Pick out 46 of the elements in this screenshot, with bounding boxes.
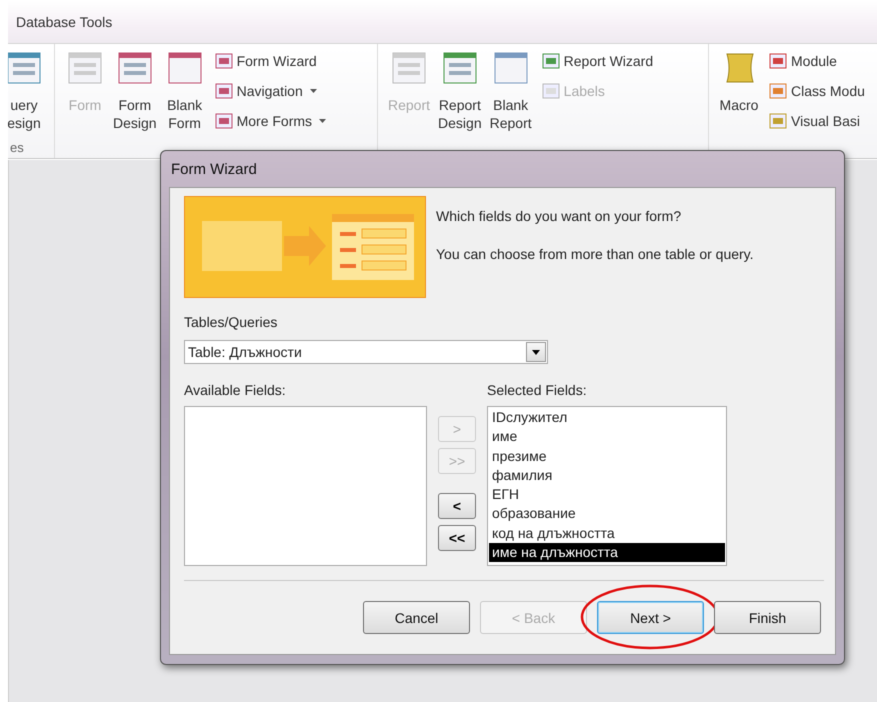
list-item[interactable]: име [489, 427, 725, 447]
dropdown-button[interactable] [526, 342, 546, 362]
toolbar-icon [214, 82, 233, 100]
list-item[interactable]: фамилия [489, 466, 725, 486]
dialog-button[interactable]: Next > [597, 601, 704, 634]
ribbon-button[interactable]: Navigation [212, 78, 328, 104]
group-label: es [10, 140, 24, 155]
list-item[interactable]: презиме [489, 446, 725, 466]
ribbon-button[interactable]: Blank Form [160, 48, 209, 140]
toolbar-icon [769, 52, 787, 70]
field-label: Selected Fields: [487, 382, 587, 398]
move-button[interactable]: << [438, 525, 476, 551]
ribbon-button[interactable]: Macro [715, 48, 763, 140]
list-item[interactable]: образование [489, 504, 725, 524]
ribbon-button[interactable]: Module [767, 48, 867, 74]
available-fields-list[interactable] [184, 406, 427, 566]
ribbon-button[interactable]: Form Wizard [212, 48, 328, 74]
list-item[interactable]: код на длъжността [489, 524, 725, 544]
dialog-button[interactable]: Finish [714, 601, 821, 634]
toolbar-icon [214, 112, 233, 130]
list-item[interactable]: име на длъжността [489, 543, 725, 562]
ribbon-button[interactable]: uery esign [8, 48, 48, 140]
move-button[interactable]: < [438, 493, 476, 519]
list-item[interactable]: IDслужител [489, 408, 725, 428]
dialog-title: Form Wizard [171, 160, 257, 178]
ribbon-button[interactable]: Blank Report [486, 48, 536, 140]
ribbon-button[interactable]: Report Design [434, 48, 486, 140]
field-label: Tables/Queries [184, 314, 278, 330]
ribbon-button[interactable]: Report Wizard [540, 48, 656, 74]
ribbon-button[interactable]: More Forms [212, 108, 328, 134]
list-item[interactable]: ЕГН [489, 485, 725, 504]
toolbar-icon [542, 52, 560, 70]
toolbar-icon [769, 82, 787, 100]
toolbar-icon [214, 52, 233, 70]
prompt-text: Which fields do you want on your form? [436, 208, 682, 224]
table-dropdown[interactable]: Table: Длъжности [184, 340, 548, 364]
prompt-text: You can choose from more than one table or query. [436, 246, 754, 262]
field-label: Available Fields: [184, 382, 286, 398]
dialog-button[interactable]: Cancel [363, 601, 470, 634]
ribbon-button[interactable]: Visual Basi [767, 108, 867, 134]
toolbar-icon [769, 112, 787, 130]
ribbon-button[interactable]: Form Design [109, 48, 161, 140]
toolbar-icon [542, 82, 560, 100]
caret-icon [532, 350, 540, 354]
ribbon-button[interactable]: Class Modu [767, 78, 867, 104]
ribbon-tab[interactable]: Database Tools [16, 14, 112, 30]
